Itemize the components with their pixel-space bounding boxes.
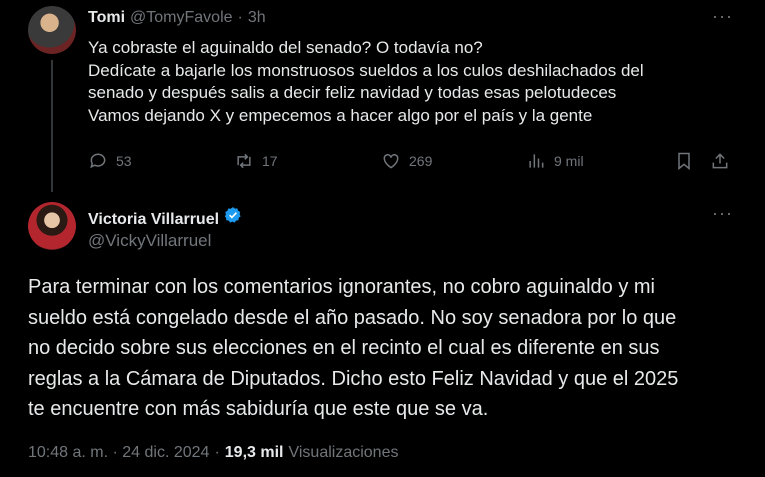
- reply-text-line: senado y después salis a decir feliz nav…: [88, 83, 617, 103]
- reply-author-handle[interactable]: @TomyFavole: [130, 9, 233, 27]
- main-text-line: Para terminar con los comentarios ignora…: [28, 276, 655, 298]
- main-text-line: no decido sobre sus elecciones en el rec…: [28, 337, 660, 360]
- verified-badge-icon: [224, 207, 241, 223]
- share-icon: [712, 153, 728, 169]
- main-text: Para terminar con los comentarios ignora…: [28, 272, 743, 425]
- thread-connector-line: [51, 60, 53, 192]
- reply-header: Tomi @TomyFavole · 3h: [88, 9, 266, 27]
- heart-icon: [383, 153, 399, 169]
- main-header: Victoria Villarruel: [88, 206, 242, 229]
- repost-icon: [237, 153, 251, 169]
- bookmark-icon: [678, 152, 690, 171]
- main-text-line: reglas a la Cámara de Diputados. Dicho e…: [28, 367, 679, 390]
- main-author-name[interactable]: Victoria Villarruel: [88, 211, 219, 229]
- reply-count: 53: [116, 153, 132, 169]
- main-views-label: Visualizaciones: [288, 444, 399, 461]
- comment-icon: [90, 153, 106, 169]
- reply-text-line: Dedícate a bajarle los monstruosos sueld…: [88, 60, 644, 80]
- main-author-handle[interactable]: @VickyVillarruel: [88, 231, 211, 251]
- avatar-tomi[interactable]: [28, 6, 76, 54]
- views-button[interactable]: 9 mil: [526, 151, 584, 171]
- main-text-line: te encuentre con más sabiduría que este …: [28, 398, 489, 421]
- bookmark-button[interactable]: [674, 151, 694, 171]
- analytics-icon: [529, 154, 544, 168]
- main-meta: 10:48 a. m. · 24 dic. 2024 · 19,3 mil Vi…: [28, 444, 398, 462]
- share-button[interactable]: [710, 151, 730, 171]
- repost-count: 17: [262, 153, 278, 169]
- avatar-victoria[interactable]: [28, 202, 76, 250]
- reply-text: Ya cobraste el aguinaldo del senado? O t…: [88, 37, 748, 127]
- reply-text-line: Vamos dejando X y empecemos a hacer algo…: [88, 105, 593, 125]
- like-count: 269: [409, 153, 433, 169]
- reply-text-line: Ya cobraste el aguinaldo del senado? O t…: [88, 38, 483, 57]
- main-more-icon[interactable]: ···: [712, 203, 733, 224]
- main-text-line: sueldo está congelado desde el año pasad…: [28, 306, 677, 329]
- reply-time[interactable]: 3h: [248, 9, 266, 27]
- main-timestamp[interactable]: 10:48 a. m. · 24 dic. 2024: [28, 444, 209, 462]
- meta-separator: ·: [214, 444, 220, 461]
- repost-button[interactable]: 17: [234, 151, 278, 171]
- reply-more-icon[interactable]: ···: [712, 6, 733, 27]
- views-count: 9 mil: [554, 153, 584, 169]
- main-views-count: 19,3 mil: [224, 444, 284, 461]
- like-button[interactable]: 269: [381, 151, 432, 171]
- reply-action-bar: 53 17 269 9 mil: [88, 151, 748, 175]
- reply-author-name[interactable]: Tomi: [88, 9, 125, 27]
- reply-button[interactable]: 53: [88, 151, 132, 171]
- reply-separator: ·: [237, 9, 243, 26]
